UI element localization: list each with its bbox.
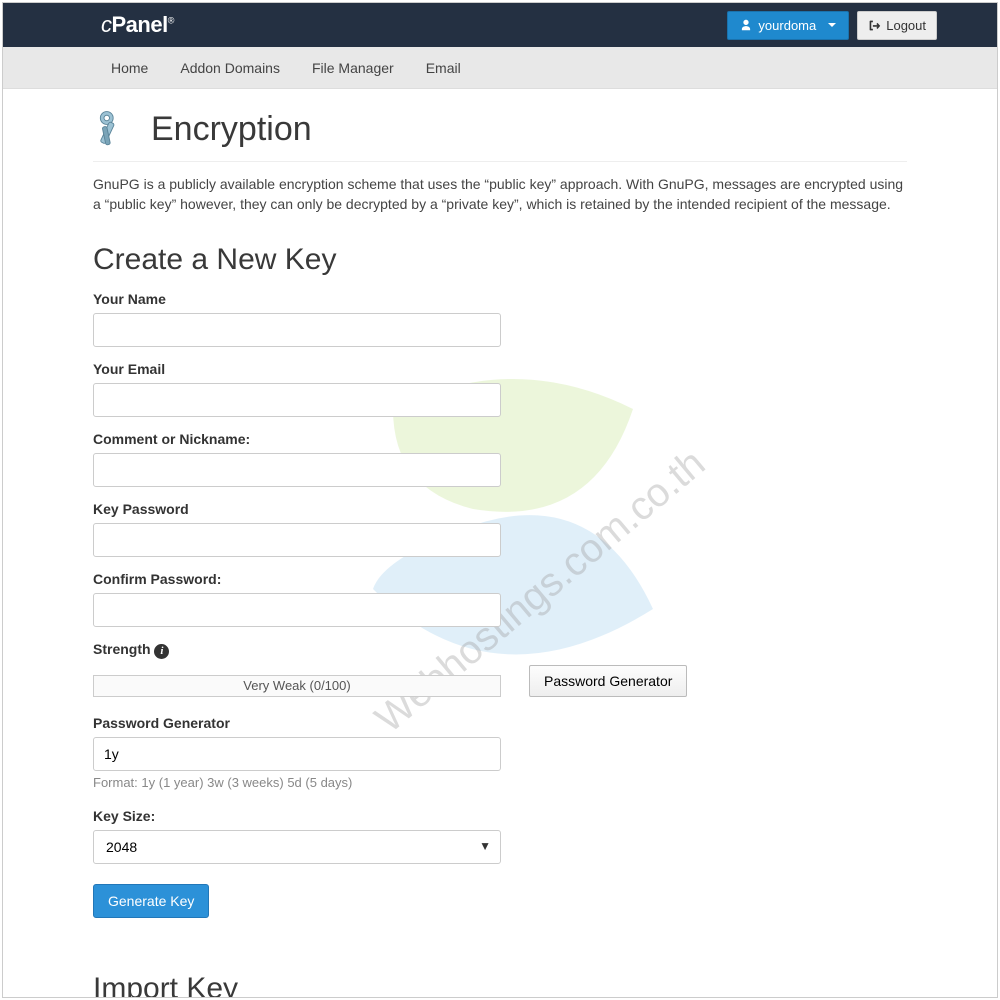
key-password-label: Key Password bbox=[93, 501, 907, 517]
nav-file-manager[interactable]: File Manager bbox=[296, 49, 410, 87]
intro-text: GnuPG is a publicly available encryption… bbox=[93, 174, 907, 215]
nav-email[interactable]: Email bbox=[410, 49, 477, 87]
import-key-title: Import Key bbox=[93, 972, 907, 998]
strength-meter: Very Weak (0/100) bbox=[93, 675, 501, 697]
comment-input[interactable] bbox=[93, 453, 501, 487]
password-generator-input[interactable] bbox=[93, 737, 501, 771]
format-hint: Format: 1y (1 year) 3w (3 weeks) 5d (5 d… bbox=[93, 775, 907, 790]
create-key-title: Create a New Key bbox=[93, 243, 907, 277]
comment-label: Comment or Nickname: bbox=[93, 431, 907, 447]
user-dropdown[interactable]: yourdoma bbox=[727, 11, 849, 40]
caret-icon bbox=[828, 23, 836, 27]
password-generator-button[interactable]: Password Generator bbox=[529, 665, 687, 697]
key-password-input[interactable] bbox=[93, 523, 501, 557]
topbar: cPanel® yourdoma Logout bbox=[3, 3, 997, 47]
logout-button[interactable]: Logout bbox=[857, 11, 937, 40]
confirm-password-input[interactable] bbox=[93, 593, 501, 627]
encryption-key-icon bbox=[93, 107, 137, 151]
page-title: Encryption bbox=[151, 110, 312, 149]
password-generator-label: Password Generator bbox=[93, 715, 907, 731]
navbar: Home Addon Domains File Manager Email bbox=[3, 47, 997, 89]
logout-label: Logout bbox=[886, 18, 926, 33]
confirm-password-label: Confirm Password: bbox=[93, 571, 907, 587]
strength-label: Strength i bbox=[93, 641, 907, 659]
info-icon[interactable]: i bbox=[154, 644, 169, 659]
logo[interactable]: cPanel® bbox=[101, 12, 174, 38]
username: yourdoma bbox=[758, 18, 816, 33]
nav-addon-domains[interactable]: Addon Domains bbox=[164, 49, 296, 87]
user-icon bbox=[740, 19, 752, 31]
key-size-select[interactable]: 2048 bbox=[93, 830, 501, 864]
your-name-label: Your Name bbox=[93, 291, 907, 307]
logout-icon bbox=[868, 19, 881, 32]
generate-key-button[interactable]: Generate Key bbox=[93, 884, 209, 918]
nav-home[interactable]: Home bbox=[95, 49, 164, 87]
key-size-label: Key Size: bbox=[93, 808, 907, 824]
page-header: Encryption bbox=[93, 107, 907, 162]
your-email-input[interactable] bbox=[93, 383, 501, 417]
your-email-label: Your Email bbox=[93, 361, 907, 377]
your-name-input[interactable] bbox=[93, 313, 501, 347]
logo-text: cPanel® bbox=[101, 12, 174, 38]
